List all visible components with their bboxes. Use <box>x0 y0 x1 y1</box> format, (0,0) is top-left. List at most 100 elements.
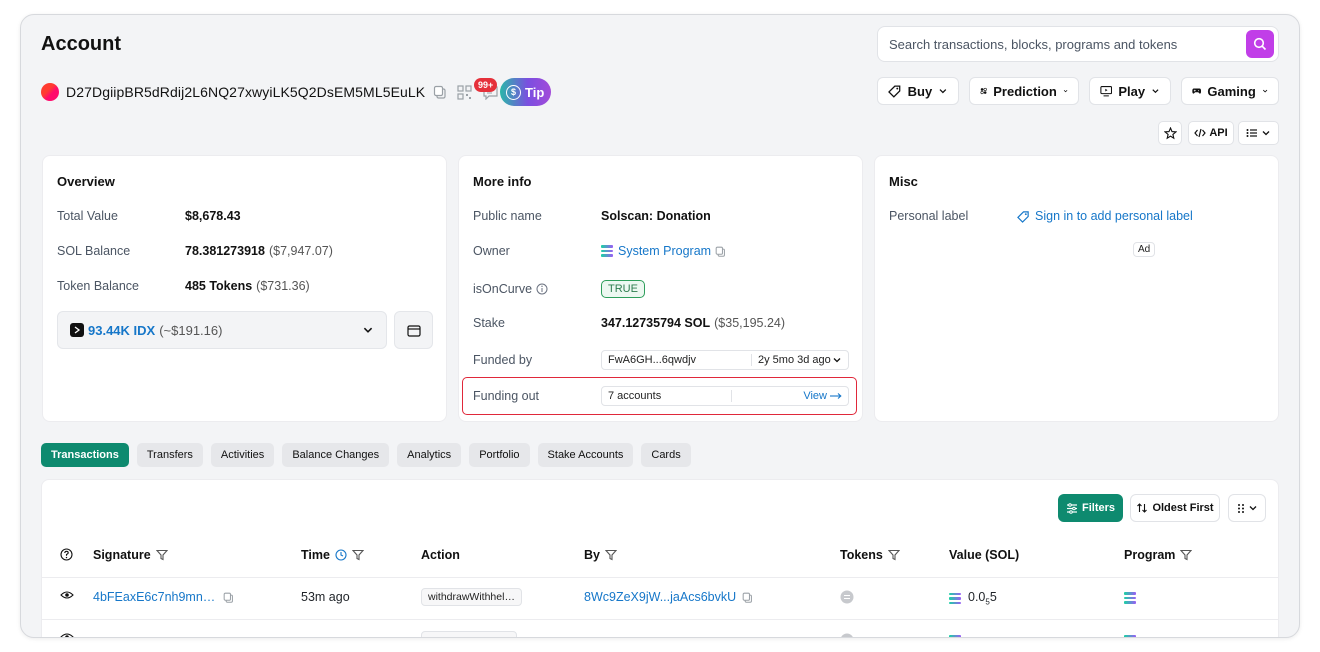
owner-link[interactable]: System Program <box>618 244 711 258</box>
solana-icon <box>949 635 961 637</box>
more-info-title: More info <box>473 174 532 189</box>
tab-activities[interactable]: Activities <box>210 443 275 467</box>
sol-balance-usd: ($7,947.07) <box>268 244 333 258</box>
funded-by-select[interactable]: FwA6GH...6qwdjv 2y 5mo 3d ago <box>601 350 849 370</box>
signature-header: Signature <box>93 548 168 562</box>
info-icon[interactable] <box>536 283 548 295</box>
tab-analytics[interactable]: Analytics <box>397 443 462 467</box>
tab-balance-changes[interactable]: Balance Changes <box>282 443 390 467</box>
view-detail-button[interactable] <box>60 632 74 637</box>
value-cell <box>949 635 961 637</box>
sort-button[interactable]: Oldest First <box>1130 494 1220 522</box>
prediction-button[interactable]: Prediction <box>969 77 1079 105</box>
filters-label: Filters <box>1081 502 1115 514</box>
sol-balance-row: SOL Balance 78.381273918 ($7,947.07) <box>57 244 333 258</box>
sign-in-label-link[interactable]: Sign in to add personal label <box>1017 209 1193 223</box>
qr-code-icon[interactable] <box>457 84 472 100</box>
buy-label: Buy <box>907 83 933 99</box>
total-value: $8,678.43 <box>185 209 241 223</box>
is-on-curve-row: isOnCurve TRUE <box>473 280 645 298</box>
prediction-icon <box>980 87 987 95</box>
filter-icon[interactable] <box>351 549 364 561</box>
arrow-right-icon <box>830 393 842 399</box>
notification-badge: 99+ <box>474 78 498 92</box>
owner-row: Owner System Program <box>473 244 726 258</box>
transactions-table: Filters Oldest First Signature Time Acti… <box>41 479 1279 637</box>
search-button[interactable] <box>1246 30 1274 58</box>
tip-label: Tip <box>525 84 545 100</box>
action-cell <box>421 631 517 637</box>
account-address: D27DgiipBR5dRdij2L6NQ27xwyiLK5Q2DsEM5ML5… <box>66 84 426 100</box>
sign-in-label-text: Sign in to add personal label <box>1035 209 1193 223</box>
help-circle-icon[interactable] <box>60 548 73 561</box>
account-address-row: D27DgiipBR5dRdij2L6NQ27xwyiLK5Q2DsEM5ML5… <box>41 77 499 107</box>
signature-link[interactable]: 4bFEaxE6c7nh9mn… <box>93 590 215 604</box>
funding-out-view-link[interactable]: View <box>803 390 842 402</box>
tip-button[interactable]: $ Tip <box>500 78 551 106</box>
total-value-row: Total Value $8,678.43 <box>57 209 241 223</box>
filters-button[interactable]: Filters <box>1058 494 1123 522</box>
wallet-button[interactable] <box>394 311 433 349</box>
solana-program-icon[interactable] <box>1124 635 1136 637</box>
chevron-down-icon <box>1152 89 1159 94</box>
copy-icon[interactable] <box>433 85 447 99</box>
token-balance-label: Token Balance <box>57 279 140 293</box>
eye-icon <box>60 591 74 599</box>
copy-icon[interactable] <box>223 592 234 603</box>
funding-out-label: Funding out <box>473 389 540 403</box>
filter-icon[interactable] <box>1180 549 1193 561</box>
sort-label: Oldest First <box>1152 502 1214 514</box>
tab-transfers[interactable]: Transfers <box>136 443 203 467</box>
view-detail-button[interactable] <box>60 590 74 600</box>
copy-icon[interactable] <box>715 246 726 257</box>
misc-title: Misc <box>889 174 918 189</box>
search-bar[interactable] <box>877 26 1279 62</box>
row-divider <box>42 619 1278 620</box>
solana-program-icon[interactable] <box>1124 592 1136 604</box>
signature-header-label: Signature <box>93 548 151 562</box>
more-menu-button[interactable] <box>1238 121 1279 145</box>
favorite-button[interactable] <box>1158 121 1182 145</box>
tokens-cell <box>840 590 854 604</box>
stake-usd: ($35,195.24) <box>714 316 786 330</box>
ad-badge: Ad <box>1133 242 1156 257</box>
gamepad-icon <box>1192 88 1202 94</box>
public-name-label: Public name <box>473 209 542 223</box>
value-header-label: Value (SOL) <box>949 548 1020 562</box>
gaming-button[interactable]: Gaming <box>1181 77 1279 105</box>
value-text: 0.055 <box>968 590 997 607</box>
search-input[interactable] <box>889 36 1246 52</box>
screen-play-icon <box>1100 86 1113 97</box>
public-name: Solscan: Donation <box>601 209 711 223</box>
value-end: 5 <box>989 590 997 604</box>
filter-icon[interactable] <box>155 549 168 561</box>
is-on-curve-label: isOnCurve <box>473 282 533 296</box>
tab-stake-accounts[interactable]: Stake Accounts <box>537 443 634 467</box>
tab-portfolio[interactable]: Portfolio <box>469 443 530 467</box>
api-button[interactable]: API <box>1188 121 1234 145</box>
help-column-header <box>60 548 73 561</box>
funded-by-address[interactable]: FwA6GH...6qwdjv <box>602 354 752 366</box>
time-header: Time <box>301 548 364 562</box>
time-cell: 53m ago <box>301 590 350 604</box>
public-name-row: Public name Solscan: Donation <box>473 209 711 223</box>
token-select[interactable]: 93.44K IDX (~$191.16) <box>57 311 387 349</box>
search-icon <box>1253 37 1267 51</box>
sort-arrows-icon <box>1137 503 1148 513</box>
action-header-label: Action <box>421 548 460 562</box>
columns-menu-button[interactable] <box>1228 494 1266 522</box>
filter-icon[interactable] <box>887 549 900 561</box>
buy-button[interactable]: Buy <box>877 77 959 105</box>
copy-icon[interactable] <box>742 592 753 603</box>
idx-token-icon <box>70 323 84 337</box>
tab-transactions[interactable]: Transactions <box>41 443 129 467</box>
tag-icon <box>1017 210 1029 223</box>
by-link[interactable]: 8Wc9ZeX9jW...jaAcs6bvkU <box>584 590 736 604</box>
wallet-icon <box>406 324 421 337</box>
clock-icon[interactable] <box>335 549 347 561</box>
chevron-down-icon <box>1249 506 1256 511</box>
app-window: Account D27DgiipBR5dRdij2L6NQ27xwyiLK5Q2… <box>20 14 1300 638</box>
play-button[interactable]: Play <box>1089 77 1171 105</box>
tab-cards[interactable]: Cards <box>641 443 691 467</box>
filter-icon[interactable] <box>604 549 617 561</box>
